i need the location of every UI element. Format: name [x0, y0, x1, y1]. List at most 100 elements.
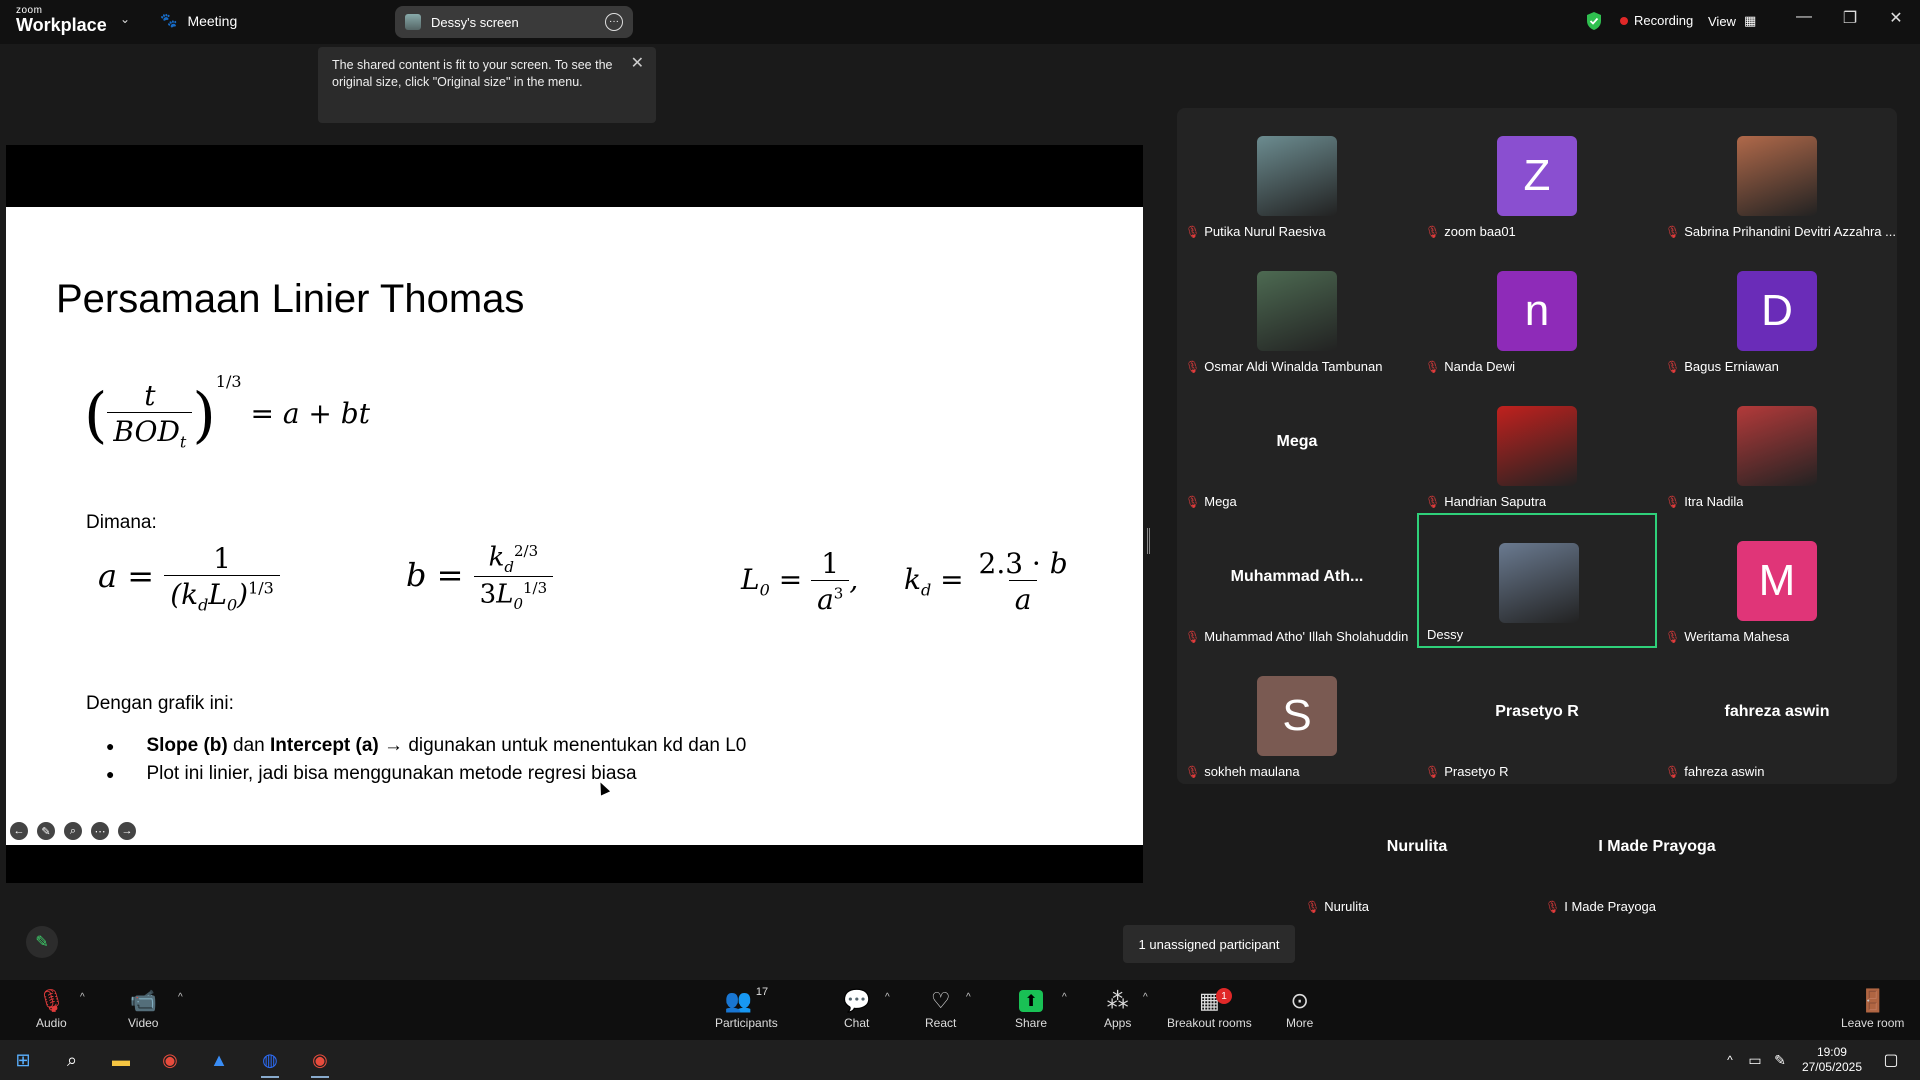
participant-avatar: M: [1737, 541, 1817, 621]
react-caret-icon[interactable]: ^: [966, 992, 971, 1003]
grid-view-icon: ▦: [1743, 13, 1757, 28]
participant-name: Prasetyo R: [1444, 764, 1509, 779]
leave-icon: 🚪: [1858, 988, 1887, 1013]
participant-tile[interactable]: fahreza aswin 🎙 fahreza aswin: [1657, 648, 1897, 783]
leave-room-button[interactable]: 🚪 Leave room: [1841, 986, 1904, 1030]
participant-tile[interactable]: I Made Prayoga 🎙 I Made Prayoga: [1537, 783, 1777, 918]
screen-share-pill[interactable]: Dessy's screen ···: [395, 6, 633, 38]
slide-nav-tools: ← ✎ ⌕ ⋯ →: [10, 822, 136, 840]
pen-icon[interactable]: ✎: [37, 822, 55, 840]
meeting-menu[interactable]: 🐾 Meeting: [160, 12, 237, 29]
shield-icon[interactable]: [1585, 11, 1603, 31]
video-caret-icon[interactable]: ^: [178, 992, 183, 1003]
react-button[interactable]: ♡ React: [925, 986, 956, 1030]
leave-label: Leave room: [1841, 1016, 1905, 1030]
chat-caret-icon[interactable]: ^: [885, 992, 890, 1003]
participant-tile[interactable]: Z 🎙 zoom baa01: [1417, 108, 1657, 243]
arrow-right-icon[interactable]: →: [118, 822, 136, 840]
participants-button[interactable]: 👥 17 Participants: [715, 986, 778, 1030]
close-icon[interactable]: ✕: [1876, 8, 1916, 28]
participant-name: sokheh maulana: [1204, 764, 1300, 779]
participant-name-label: 🎙 I Made Prayoga: [1545, 899, 1656, 914]
participant-avatar: D: [1737, 271, 1817, 351]
participant-avatar: S: [1257, 676, 1337, 756]
audio-label: Audio: [36, 1016, 67, 1030]
participant-tile[interactable]: Mega 🎙 Mega: [1177, 378, 1417, 513]
apps-icon: ⁂: [1106, 988, 1129, 1013]
participant-name: Bagus Erniawan: [1684, 359, 1779, 374]
audio-button[interactable]: 🎙 Audio: [36, 986, 67, 1030]
more-button[interactable]: ⊙ More: [1286, 986, 1313, 1030]
zoom-icon[interactable]: ⌕: [64, 822, 82, 840]
tooltip-close-icon[interactable]: ✕: [631, 55, 644, 72]
participant-name-label: 🎙 sokheh maulana: [1185, 764, 1300, 779]
chrome-icon[interactable]: ◉: [155, 1047, 185, 1073]
participants-icon: 👥 17: [724, 986, 769, 1013]
more-icon[interactable]: ⋯: [91, 822, 109, 840]
apps-caret-icon[interactable]: ^: [1143, 992, 1148, 1003]
slope-text: Slope (b): [146, 735, 228, 756]
participant-tile[interactable]: 🎙 Handrian Saputra: [1417, 378, 1657, 513]
shared-screen: Persamaan Linier Thomas (t BODt)1/3 = a +…: [6, 145, 1143, 883]
chevron-down-icon[interactable]: ⌄: [120, 12, 130, 26]
participant-tile[interactable]: D 🎙 Bagus Erniawan: [1657, 243, 1897, 378]
file-explorer-icon[interactable]: ▬: [106, 1047, 136, 1073]
participant-tile[interactable]: Dessy: [1417, 513, 1657, 648]
mic-muted-icon: 🎙: [1665, 494, 1681, 509]
split-handle[interactable]: [1147, 528, 1150, 554]
search-icon[interactable]: ⌕: [57, 1047, 87, 1073]
mic-muted-icon: 🎙: [1425, 359, 1441, 374]
participant-tile[interactable]: 🎙 Putika Nurul Raesiva: [1177, 108, 1417, 243]
chat-button[interactable]: 💬 Chat: [843, 986, 870, 1030]
view-label: View: [1708, 13, 1736, 29]
view-button[interactable]: View ▦: [1708, 13, 1756, 29]
chat-label: Chat: [844, 1016, 870, 1030]
participant-photo: [1737, 136, 1817, 216]
fit-to-screen-tooltip: The shared content is fit to your screen…: [318, 47, 656, 123]
mic-muted-icon: 🎙: [1665, 224, 1681, 239]
participant-tile[interactable]: M 🎙 Weritama Mahesa: [1657, 513, 1897, 648]
zoom-logo[interactable]: zoom Workplace: [16, 6, 107, 35]
minimize-icon[interactable]: —: [1784, 8, 1824, 26]
participant-tile[interactable]: Prasetyo R 🎙 Prasetyo R: [1417, 648, 1657, 783]
share-label: Share: [1015, 1016, 1048, 1030]
participant-name: Nanda Dewi: [1444, 359, 1516, 374]
participant-gallery: 🎙 Putika Nurul Raesiva Z 🎙 zoom baa01 🎙 Sabrin…: [1177, 108, 1897, 918]
participant-tile[interactable]: 🎙 Sabrina Prihandini Devitri Azzahra ...: [1657, 108, 1897, 243]
more-options-icon[interactable]: ···: [605, 13, 623, 31]
annotate-icon[interactable]: ✎: [26, 926, 58, 958]
participant-tile[interactable]: 🎙 Osmar Aldi Winalda Tambunan: [1177, 243, 1417, 378]
participant-tile[interactable]: S 🎙 sokheh maulana: [1177, 648, 1417, 783]
notifications-icon[interactable]: ▢: [1876, 1047, 1906, 1073]
windows-start-icon[interactable]: ⊞: [8, 1047, 38, 1073]
arrow-left-icon[interactable]: ←: [10, 822, 28, 840]
react-label: React: [925, 1016, 957, 1030]
restore-icon[interactable]: ❐: [1830, 8, 1870, 28]
clock-time: 19:09: [1816, 1045, 1847, 1059]
mic-muted-icon: 🎙: [1665, 764, 1681, 779]
participant-tile[interactable]: n 🎙 Nanda Dewi: [1417, 243, 1657, 378]
bullet-text: → digunakan untuk menentukan kd dan L0: [378, 735, 747, 756]
participant-photo: [1497, 406, 1577, 486]
share-button[interactable]: ⬆ Share: [1015, 986, 1047, 1030]
recording-indicator[interactable]: Recording: [1620, 13, 1693, 28]
system-clock[interactable]: 19:09 27/05/2025: [1802, 1045, 1862, 1075]
participant-name: I Made Prayoga: [1564, 899, 1657, 914]
share-caret-icon[interactable]: ^: [1062, 992, 1067, 1003]
breakout-rooms-button[interactable]: ▦ Breakout rooms: [1167, 986, 1252, 1030]
participant-tile[interactable]: Nurulita 🎙 Nurulita: [1297, 783, 1537, 918]
participant-tile[interactable]: Muhammad Ath... 🎙 Muhammad Atho' Illah Sho…: [1177, 513, 1417, 648]
apps-button[interactable]: ⁂ Apps: [1104, 986, 1131, 1030]
participant-name-label: 🎙 Nurulita: [1305, 899, 1369, 914]
chrome-window-icon[interactable]: ◉: [305, 1047, 335, 1078]
pen-tray-icon[interactable]: ✎: [1765, 1047, 1795, 1073]
participant-name-label: 🎙 zoom baa01: [1425, 224, 1516, 239]
app-icon[interactable]: ▲: [204, 1047, 234, 1073]
zoom-taskbar-icon[interactable]: ◍: [255, 1047, 285, 1078]
participant-tile[interactable]: 🎙 Itra Nadila: [1657, 378, 1897, 513]
mic-muted-icon: 🎙: [1545, 899, 1561, 914]
audio-caret-icon[interactable]: ^: [80, 992, 85, 1003]
participant-photo: [1257, 136, 1337, 216]
video-button[interactable]: 📹 Video: [128, 986, 158, 1030]
mic-muted-icon: 🎙: [1665, 359, 1681, 374]
